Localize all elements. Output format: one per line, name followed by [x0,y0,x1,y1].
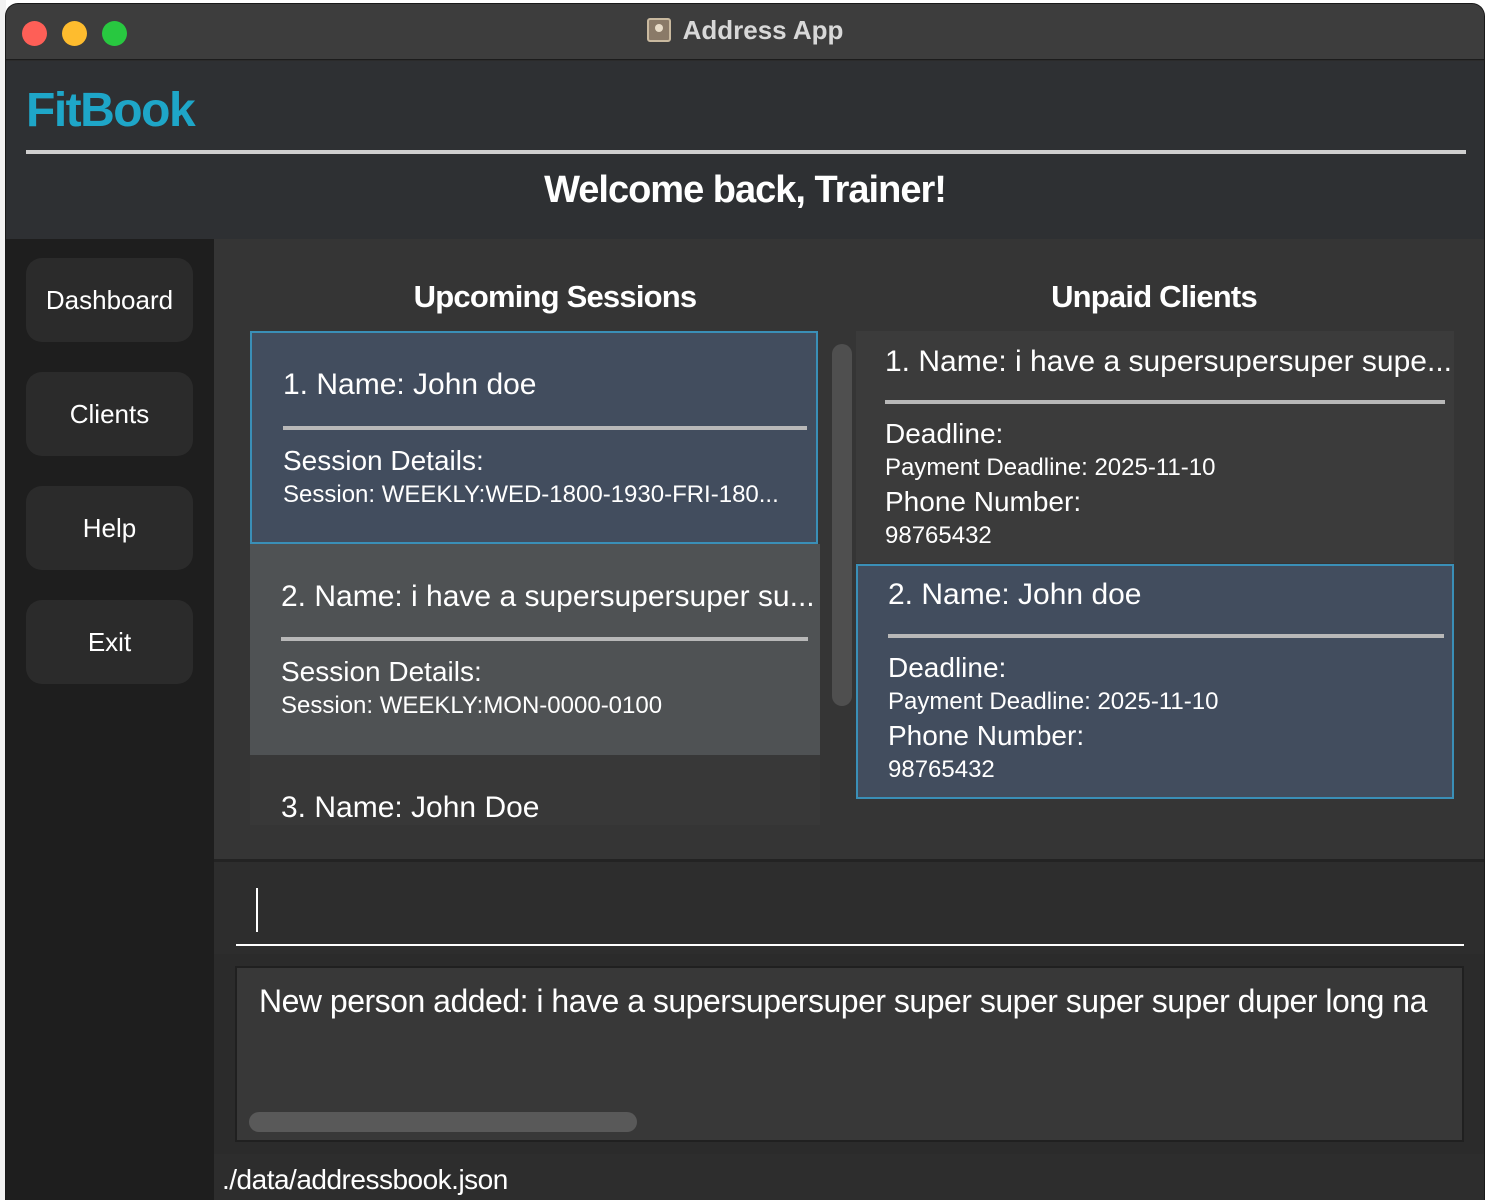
title-bar[interactable]: Address App [6,4,1484,60]
card-divider [885,400,1445,404]
app-window: Address App FitBook Welcome back, Traine… [6,4,1484,1200]
sidebar: Dashboard Clients Help Exit [6,239,214,1200]
session-client-name: 2. Name: i have a supersupersuper su... [281,580,815,613]
session-client-name: 1. Name: John doe [283,368,537,401]
deadline-label: Deadline: [888,652,1007,683]
session-details-value: Session: WEEKLY:MON-0000-0100 [281,692,663,719]
window-title: Address App [6,15,1484,46]
phone-value: 98765432 [885,522,992,549]
upcoming-sessions-list[interactable]: 1. Name: John doe Session Details: Sessi… [250,331,820,825]
result-horizontal-scrollbar[interactable] [249,1112,637,1132]
session-details-label: Session Details: [283,445,484,476]
phone-value: 98765432 [888,756,995,783]
sidebar-item-exit[interactable]: Exit [26,600,193,684]
payment-deadline-value: Payment Deadline: 2025-11-10 [888,688,1219,715]
phone-label: Phone Number: [885,486,1082,517]
session-card[interactable]: 3. Name: John Doe [250,755,820,825]
unpaid-client-name: 1. Name: i have a supersupersuper supe..… [885,345,1452,378]
phone-label: Phone Number: [888,720,1085,751]
unpaid-client-card[interactable]: 2. Name: John doe Deadline: Payment Dead… [856,564,1454,799]
payment-deadline-value: Payment Deadline: 2025-11-10 [885,454,1216,481]
command-input-underline [236,944,1464,946]
command-input-caret [256,888,258,932]
card-divider [281,637,808,641]
sidebar-item-clients[interactable]: Clients [26,372,193,456]
card-divider [283,426,807,430]
session-card[interactable]: 1. Name: John doe Session Details: Sessi… [250,331,818,544]
header-divider [26,150,1466,154]
session-details-value: Session: WEEKLY:WED-1800-1930-FRI-180... [283,481,779,508]
welcome-message: Welcome back, Trainer! [544,169,947,211]
result-message: New person added: i have a supersupersup… [259,983,1427,1019]
data-file-path: ./data/addressbook.json [222,1164,508,1195]
session-card[interactable]: 2. Name: i have a supersupersuper su... … [250,544,820,755]
unpaid-client-card[interactable]: 1. Name: i have a supersupersuper supe..… [856,331,1454,563]
address-book-icon [646,18,671,42]
upcoming-sessions-title: Upcoming Sessions [413,279,697,314]
status-bar: ./data/addressbook.json [214,1154,1484,1200]
result-display[interactable]: New person added: i have a supersupersup… [235,966,1464,1142]
app-header: FitBook Welcome back, Trainer! [6,61,1484,239]
command-box[interactable] [214,859,1484,954]
window-title-text: Address App [682,15,844,45]
unpaid-clients-list[interactable]: 1. Name: i have a supersupersuper supe..… [856,331,1456,821]
brand-logo: FitBook [26,84,196,137]
sessions-scrollbar[interactable] [832,344,852,706]
sidebar-item-help[interactable]: Help [26,486,193,570]
card-divider [888,634,1444,638]
session-details-label: Session Details: [281,656,482,687]
deadline-label: Deadline: [885,418,1004,449]
session-client-name: 3. Name: John Doe [281,791,540,824]
unpaid-clients-title: Unpaid Clients [1051,279,1258,314]
unpaid-client-name: 2. Name: John doe [888,578,1142,611]
sidebar-item-dashboard[interactable]: Dashboard [26,258,193,342]
dashboard-panel: Upcoming Sessions 1. Name: John doe Sess… [214,239,1484,859]
